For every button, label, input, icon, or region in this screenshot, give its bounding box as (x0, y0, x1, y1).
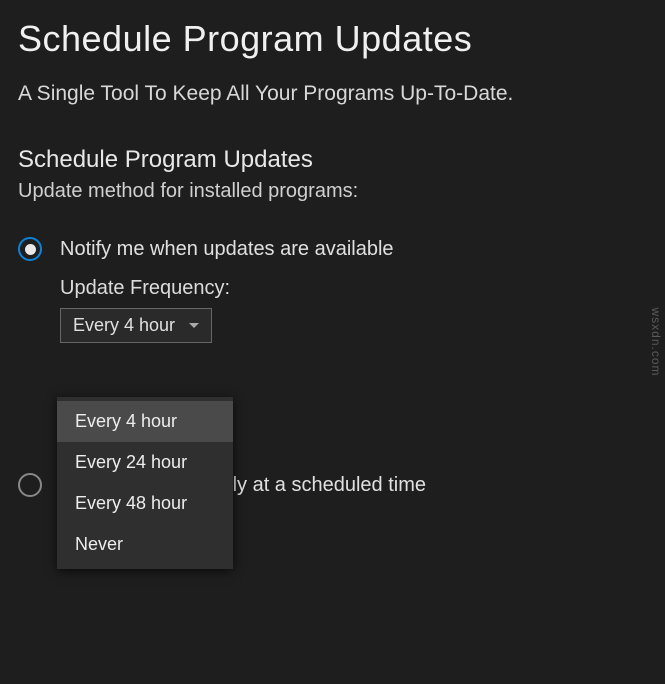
dropdown-item-24hour[interactable]: Every 24 hour (57, 442, 233, 483)
chevron-down-icon (189, 323, 199, 328)
dropdown-item-never[interactable]: Never (57, 524, 233, 565)
option-scheduled-label-visible: ally at a scheduled time (217, 474, 426, 496)
page-subtitle: A Single Tool To Keep All Your Programs … (18, 82, 647, 106)
option-notify-row[interactable]: Notify me when updates are available (18, 237, 647, 261)
radio-notify[interactable] (18, 237, 42, 261)
frequency-select[interactable]: Every 4 hour (60, 308, 212, 343)
section-desc: Update method for installed programs: (18, 180, 647, 203)
frequency-label: Update Frequency: (60, 277, 647, 300)
frequency-select-value: Every 4 hour (73, 315, 175, 336)
frequency-block: Update Frequency: Every 4 hour (60, 277, 647, 343)
frequency-dropdown: Every 4 hour Every 24 hour Every 48 hour… (57, 397, 233, 569)
watermark-text: wsxdn.com (649, 307, 663, 376)
page-title: Schedule Program Updates (18, 18, 647, 60)
dropdown-item-48hour[interactable]: Every 48 hour (57, 483, 233, 524)
option-notify-label: Notify me when updates are available (60, 238, 394, 261)
dropdown-item-4hour[interactable]: Every 4 hour (57, 401, 233, 442)
section-heading: Schedule Program Updates (18, 146, 647, 174)
radio-scheduled[interactable] (18, 473, 42, 497)
